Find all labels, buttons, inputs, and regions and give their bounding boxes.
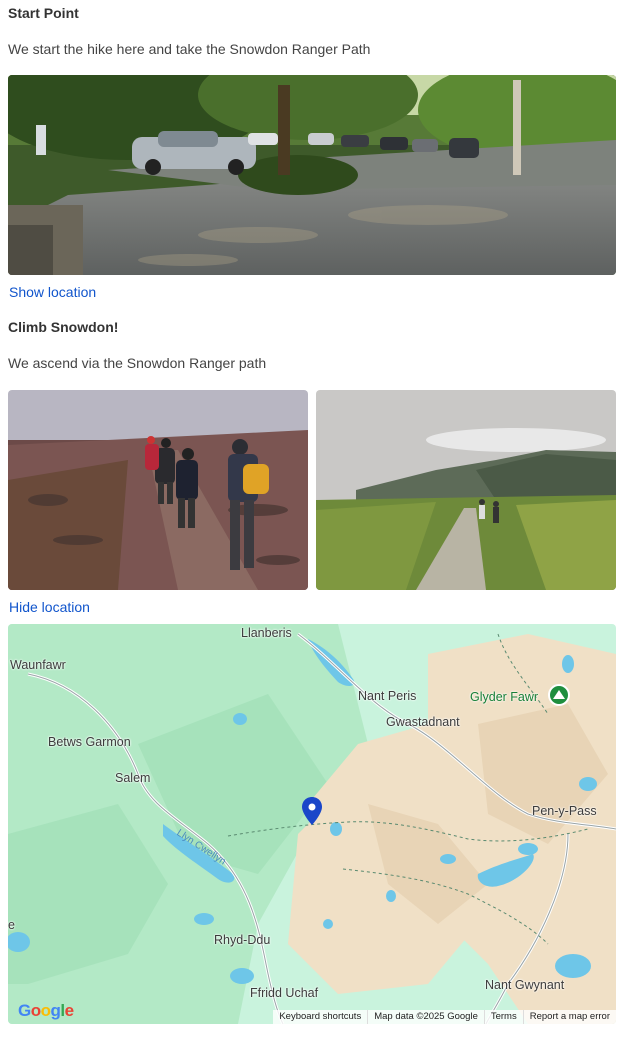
google-logo: Google [18,1001,74,1020]
keyboard-shortcuts-link[interactable]: Keyboard shortcuts [273,1010,367,1024]
section-title-climb-snowdon: Climb Snowdon! [8,319,119,335]
hikers-in-mist-photo[interactable] [8,390,308,590]
snowdon-ranger-path-photo[interactable] [316,390,616,590]
place-gwastadnant: Gwastadnant [386,715,460,729]
car-park-photo[interactable] [8,75,616,275]
place-nant-gwynant: Nant Gwynant [485,978,565,992]
place-salem: Salem [115,771,151,785]
place-betws-garmon: Betws Garmon [48,735,131,749]
place-glyder-fawr: Glyder Fawr [470,690,539,704]
show-location-link[interactable]: Show location [9,284,96,300]
hide-location-link[interactable]: Hide location [9,599,90,615]
place-e: e [8,918,15,932]
place-llanberis: Llanberis [241,626,292,640]
place-ffridd-uchaf: Ffridd Uchaf [250,986,319,1000]
map-attribution-bar: Keyboard shortcuts Map data ©2025 Google… [273,1010,616,1024]
section-description-start-point: We start the hike here and take the Snow… [8,41,371,57]
terms-link[interactable]: Terms [483,1010,523,1024]
place-nant-peris: Nant Peris [358,689,417,703]
section-description-climb-snowdon: We ascend via the Snowdon Ranger path [8,355,267,371]
map-data-attribution: Map data ©2025 Google [367,1010,484,1024]
place-rhyd-ddu: Rhyd-Ddu [214,933,271,947]
section-title-start-point: Start Point [8,5,79,21]
place-waunfawr: Waunfawr [10,658,66,672]
report-map-error-link[interactable]: Report a map error [522,1010,616,1024]
map-view[interactable]: Llanberis Waunfawr Nant Peris Glyder Faw… [8,624,616,1024]
place-pen-y-pass: Pen-y-Pass [532,804,597,818]
